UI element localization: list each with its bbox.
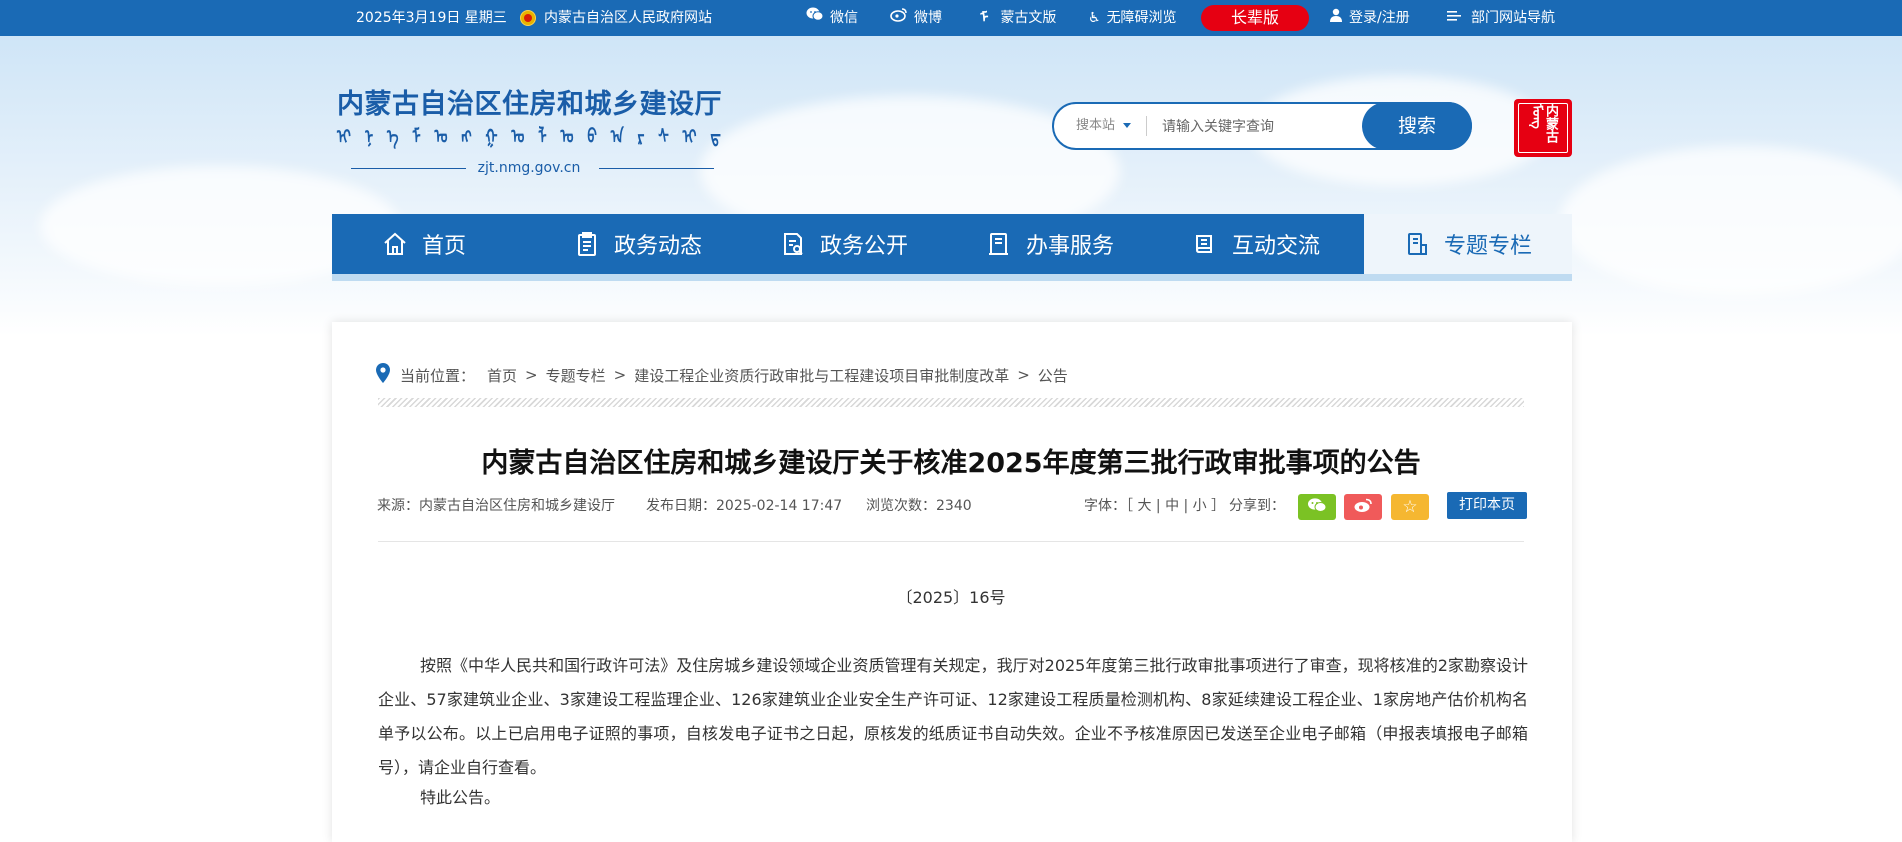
nav-label-topics: 专题专栏 [1443, 234, 1532, 259]
current-date: 2025年3月19日 星期三 [356, 10, 507, 26]
breadcrumb-home[interactable]: 首页 [487, 365, 517, 386]
site-title: 内蒙古自治区住房和城乡建设厅 [337, 89, 722, 120]
star-icon: ☆ [1402, 497, 1418, 517]
top-bar: 2025年3月19日 星期三 内蒙古自治区人民政府网站 微信 微博 ᠮ 蒙古文版… [0, 0, 1902, 36]
login-link[interactable]: 登录/注册 [1329, 0, 1410, 36]
search-button[interactable]: 搜索 [1362, 102, 1472, 150]
share-label: 分享到： [1229, 498, 1285, 514]
search-scope-select[interactable]: 搜本站 [1076, 104, 1132, 148]
nav-item-service[interactable]: 办事服务 [986, 214, 1114, 274]
login-label: 登录/注册 [1349, 10, 1410, 26]
nav-item-interact[interactable]: 互动交流 [1192, 214, 1320, 274]
print-button[interactable]: 打印本页 [1447, 492, 1527, 519]
breadcrumb-topics[interactable]: 专题专栏 [546, 365, 606, 386]
elder-version-button[interactable]: 长辈版 [1201, 5, 1309, 31]
article-source: 来源：内蒙古自治区住房和城乡建设厅 [377, 498, 615, 514]
article-paragraph: 按照《中华人民共和国行政许可法》及住房城乡建设领域企业资质管理有关规定，我厅对2… [378, 656, 1528, 777]
dept-nav-link[interactable]: 部门网站导航 [1447, 0, 1555, 36]
nav-label-news: 政务动态 [614, 234, 703, 259]
national-emblem-icon [520, 10, 536, 26]
nav-item-public[interactable]: 政务公开 [780, 214, 908, 274]
search-scope-label: 搜本站 [1076, 118, 1116, 133]
search-box: 搜本站 搜索 [1052, 102, 1472, 150]
wechat-icon [806, 0, 824, 36]
wechat-icon [1307, 497, 1327, 517]
gov-site-label: 内蒙古自治区人民政府网站 [544, 10, 712, 26]
nav-item-home[interactable]: 首页 [382, 214, 466, 274]
nav-label-home: 首页 [422, 234, 467, 259]
main-nav: 首页 政务动态 政务公开 办事服务 互动交流 专题专栏 [332, 214, 1572, 274]
meta-divider [378, 541, 1524, 542]
share-wechat-button[interactable] [1298, 494, 1336, 520]
breadcrumb: 当前位置： 首页 > 专题专栏 > 建设工程企业资质行政审批与工程建设项目审批制… [376, 363, 1068, 387]
nav-label-interact: 互动交流 [1232, 234, 1321, 259]
share-favorite-button[interactable]: ☆ [1391, 494, 1429, 520]
site-domain-area: zjt.nmg.gov.cn [337, 158, 721, 178]
weibo-label: 微博 [914, 10, 942, 26]
weibo-icon [1353, 497, 1373, 517]
article-date: 发布日期：2025-02-14 17:47 [646, 498, 843, 514]
breadcrumb-separator: > [1017, 366, 1030, 384]
gov-site-link[interactable]: 内蒙古自治区人民政府网站 [520, 0, 712, 36]
article-views: 浏览次数：2340 [866, 498, 972, 514]
breadcrumb-label: 当前位置： [400, 366, 476, 385]
share-weibo-button[interactable] [1344, 494, 1382, 520]
breadcrumb-separator: > [613, 366, 627, 384]
weibo-icon [890, 0, 908, 36]
document-number: 〔2025〕16号 [896, 588, 1006, 607]
accessible-label: 无障碍浏览 [1106, 10, 1177, 26]
mongolian-script-icon: ᠮ [980, 10, 989, 26]
mongolia-seal-logo: 内蒙古 ᠮᠣᠩ [1514, 99, 1572, 157]
wheelchair-icon: ♿ [1088, 10, 1101, 26]
clipboard-icon [574, 231, 600, 257]
location-pin-icon [376, 363, 390, 387]
mongolian-label: 蒙古文版 [1000, 10, 1057, 26]
caret-down-icon [1123, 123, 1132, 128]
article-title: 内蒙古自治区住房和城乡建设厅关于核准2025年度第三批行政审批事项的公告 [481, 448, 1421, 479]
search-input[interactable] [1160, 112, 1364, 142]
search-divider [1146, 116, 1147, 136]
breadcrumb-reform[interactable]: 建设工程企业资质行政审批与工程建设项目审批制度改革 [634, 365, 1009, 386]
list-icon [1447, 0, 1461, 36]
mongolian-version-link[interactable]: ᠮ 蒙古文版 [980, 0, 1056, 36]
user-icon [1329, 0, 1343, 36]
weibo-link[interactable]: 微博 [890, 0, 942, 36]
nav-label-public: 政务公开 [820, 234, 909, 259]
book-icon [1192, 231, 1218, 257]
topic-icon [1404, 231, 1430, 257]
breadcrumb-separator: > [525, 366, 538, 384]
article-closing: 特此公告。 [420, 788, 501, 807]
breadcrumb-announcement[interactable]: 公告 [1038, 365, 1068, 386]
breadcrumb-divider [378, 398, 1524, 407]
accessible-link[interactable]: ♿ 无障碍浏览 [1088, 0, 1177, 36]
wechat-label: 微信 [830, 10, 858, 26]
mongolian-title: ᠢᠨᠡᠮᠣᠩᠭᠣᠯᠤᠪᠠᠷᠰᠢᠳ [337, 126, 721, 149]
dept-nav-label: 部门网站导航 [1471, 10, 1555, 26]
nav-underline [332, 274, 1572, 281]
header-background [0, 36, 1902, 336]
document-icon [780, 231, 806, 257]
wechat-link[interactable]: 微信 [806, 0, 858, 36]
nav-item-topics[interactable]: 专题专栏 [1364, 214, 1572, 274]
home-icon [382, 231, 408, 257]
nav-label-service: 办事服务 [1026, 234, 1115, 259]
service-icon [986, 231, 1012, 257]
site-domain: zjt.nmg.gov.cn [477, 160, 581, 176]
nav-item-news[interactable]: 政务动态 [574, 214, 702, 274]
font-size-control[interactable]: 字体：［ 大 | 中 | 小 ］ [1084, 496, 1225, 516]
